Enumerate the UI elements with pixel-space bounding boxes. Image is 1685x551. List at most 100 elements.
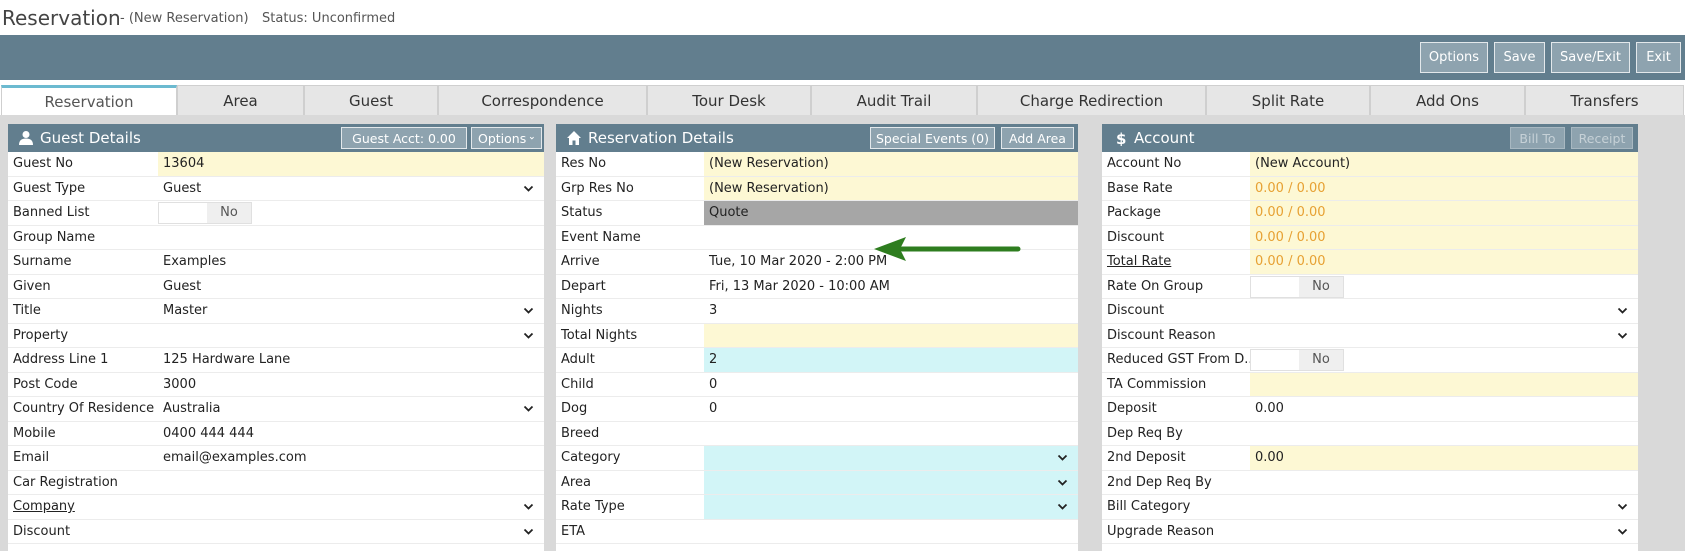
address-line-1-field[interactable]: 125 Hardware Lane [158, 348, 544, 372]
arrive-value: Tue, 10 Mar 2020 - 2:00 PM [709, 254, 888, 269]
guest-no-field[interactable]: 13604 [158, 152, 544, 176]
account-header: $ Account Bill To Receipt [1102, 124, 1638, 152]
package-field[interactable]: 0.00 / 0.00 [1250, 201, 1638, 225]
discount-select[interactable] [158, 520, 544, 544]
surname-field[interactable]: Examples [158, 250, 544, 274]
dep-req-by-label-text: Dep Req By [1107, 425, 1183, 441]
receipt-button[interactable]: Receipt [1571, 127, 1633, 149]
eta-field[interactable] [704, 520, 1078, 544]
depart-field[interactable]: Fri, 13 Mar 2020 - 10:00 AM [704, 275, 1078, 299]
nights-field[interactable]: 3 [704, 299, 1078, 323]
company-label[interactable]: Company [8, 495, 158, 519]
tab-add-ons[interactable]: Add Ons [1370, 85, 1525, 115]
grp-res-no-field[interactable]: (New Reservation) [704, 176, 1078, 200]
discount-select-select[interactable] [1250, 299, 1638, 323]
tab-reservation[interactable]: Reservation [1, 85, 177, 115]
company-select[interactable] [158, 495, 544, 519]
reservation-details-fields: Res No (New Reservation) Grp Res No (New Re… [556, 152, 1078, 544]
tab-tour-desk[interactable]: Tour Desk [647, 85, 811, 115]
res-no-field[interactable]: (New Reservation) [704, 152, 1078, 176]
given-field[interactable]: Guest [158, 275, 544, 299]
user-icon [19, 131, 33, 145]
status-field[interactable]: Quote [704, 201, 1078, 225]
exit-button[interactable]: Exit [1636, 42, 1681, 73]
title-value: Master [163, 303, 208, 318]
discount-reason-select[interactable] [1250, 324, 1638, 348]
arrive-label-text: Arrive [561, 254, 600, 269]
reduced-gst-switch[interactable]: No [1250, 349, 1344, 371]
grp-res-no-label-text: Grp Res No [561, 180, 634, 196]
post-code-row: Post Code 3000 [8, 373, 544, 397]
account-no-field[interactable]: (New Account) [1250, 152, 1638, 176]
save-exit-button[interactable]: Save/Exit [1551, 42, 1630, 73]
car-registration-field[interactable] [158, 471, 544, 495]
mobile-field[interactable]: 0400 444 444 [158, 422, 544, 446]
property-select[interactable] [158, 324, 544, 348]
chevron-down-icon [1056, 495, 1068, 519]
save-button[interactable]: Save [1494, 42, 1545, 73]
breed-field[interactable] [704, 422, 1078, 446]
rate-type-select[interactable] [704, 495, 1078, 519]
reduced-gst-toggle[interactable]: No [1250, 348, 1638, 372]
dog-field[interactable]: 0 [704, 397, 1078, 421]
total-rate-label-text: Total Rate [1107, 254, 1172, 269]
total-nights-field[interactable] [704, 323, 1078, 347]
bill-category-select[interactable] [1250, 495, 1638, 519]
base-rate-field[interactable]: 0.00 / 0.00 [1250, 176, 1638, 200]
area-select[interactable] [704, 470, 1078, 494]
rate-on-group-switch[interactable]: No [1250, 275, 1344, 298]
bill-to-button[interactable]: Bill To [1510, 127, 1565, 149]
page-title: Reservation [2, 6, 121, 30]
given-label-text: Given [13, 278, 51, 294]
discount-label: Discount [8, 520, 158, 544]
tab-area[interactable]: Area [177, 85, 304, 115]
2nd-deposit-label: 2nd Deposit [1102, 446, 1250, 470]
tab-transfers[interactable]: Transfers [1525, 85, 1684, 115]
rate-on-group-toggle[interactable]: No [1250, 275, 1638, 299]
tab-correspondence[interactable]: Correspondence [438, 85, 647, 115]
country-of-residence-value: Australia [163, 401, 221, 416]
banned-list-switch[interactable]: No [158, 202, 252, 224]
rate-type-label-text: Rate Type [561, 499, 625, 514]
company-row: Company [8, 495, 544, 520]
guest-account-button[interactable]: Guest Acct: 0.00 [341, 127, 467, 149]
group-name-field[interactable] [158, 226, 544, 250]
special-events-button[interactable]: Special Events (0) [870, 127, 995, 149]
2nd-dep-req-by-label: 2nd Dep Req By [1102, 471, 1250, 495]
discount-select-label: Discount [1102, 299, 1250, 323]
country-of-residence-select[interactable]: Australia [158, 397, 544, 421]
title-select[interactable]: Master [158, 299, 544, 323]
discount-label-text: Discount [1107, 229, 1165, 245]
options-button[interactable]: Options [1420, 42, 1488, 73]
banned-list-toggle[interactable]: No [158, 201, 544, 225]
category-select[interactable] [704, 446, 1078, 470]
depart-value: Fri, 13 Mar 2020 - 10:00 AM [709, 278, 890, 294]
total-rate-field[interactable]: 0.00 / 0.00 [1250, 250, 1638, 274]
discount-reason-row: Discount Reason [1102, 324, 1638, 348]
child-label-text: Child [561, 376, 594, 392]
upgrade-reason-select[interactable] [1250, 520, 1638, 544]
tab-split-rate[interactable]: Split Rate [1206, 85, 1370, 115]
add-area-button[interactable]: Add Area [1001, 127, 1074, 149]
breed-label-text: Breed [561, 425, 600, 441]
discount-field[interactable]: 0.00 / 0.00 [1250, 225, 1638, 249]
upgrade-reason-label: Upgrade Reason [1102, 520, 1250, 544]
deposit-field[interactable]: 0.00 [1250, 397, 1638, 421]
property-label: Property [8, 324, 158, 348]
2nd-deposit-field[interactable]: 0.00 [1250, 446, 1638, 470]
tab-charge-redirection[interactable]: Charge Redirection [977, 85, 1206, 115]
tab-audit-trail[interactable]: Audit Trail [811, 85, 977, 115]
email-field[interactable]: email@examples.com [158, 446, 544, 470]
dep-req-by-field[interactable] [1250, 422, 1638, 446]
post-code-field[interactable]: 3000 [158, 373, 544, 397]
upgrade-reason-row: Upgrade Reason [1102, 520, 1638, 544]
ta-commission-field[interactable] [1250, 372, 1638, 396]
total-rate-label[interactable]: Total Rate [1102, 250, 1250, 274]
tab-guest[interactable]: Guest [304, 85, 438, 115]
package-row: Package 0.00 / 0.00 [1102, 201, 1638, 226]
child-field[interactable]: 0 [704, 373, 1078, 397]
2nd-dep-req-by-field[interactable] [1250, 471, 1638, 495]
guest-options-button[interactable]: Options [471, 127, 542, 149]
guest-type-select[interactable]: Guest [158, 177, 544, 201]
adult-field[interactable]: 2 [704, 348, 1078, 372]
